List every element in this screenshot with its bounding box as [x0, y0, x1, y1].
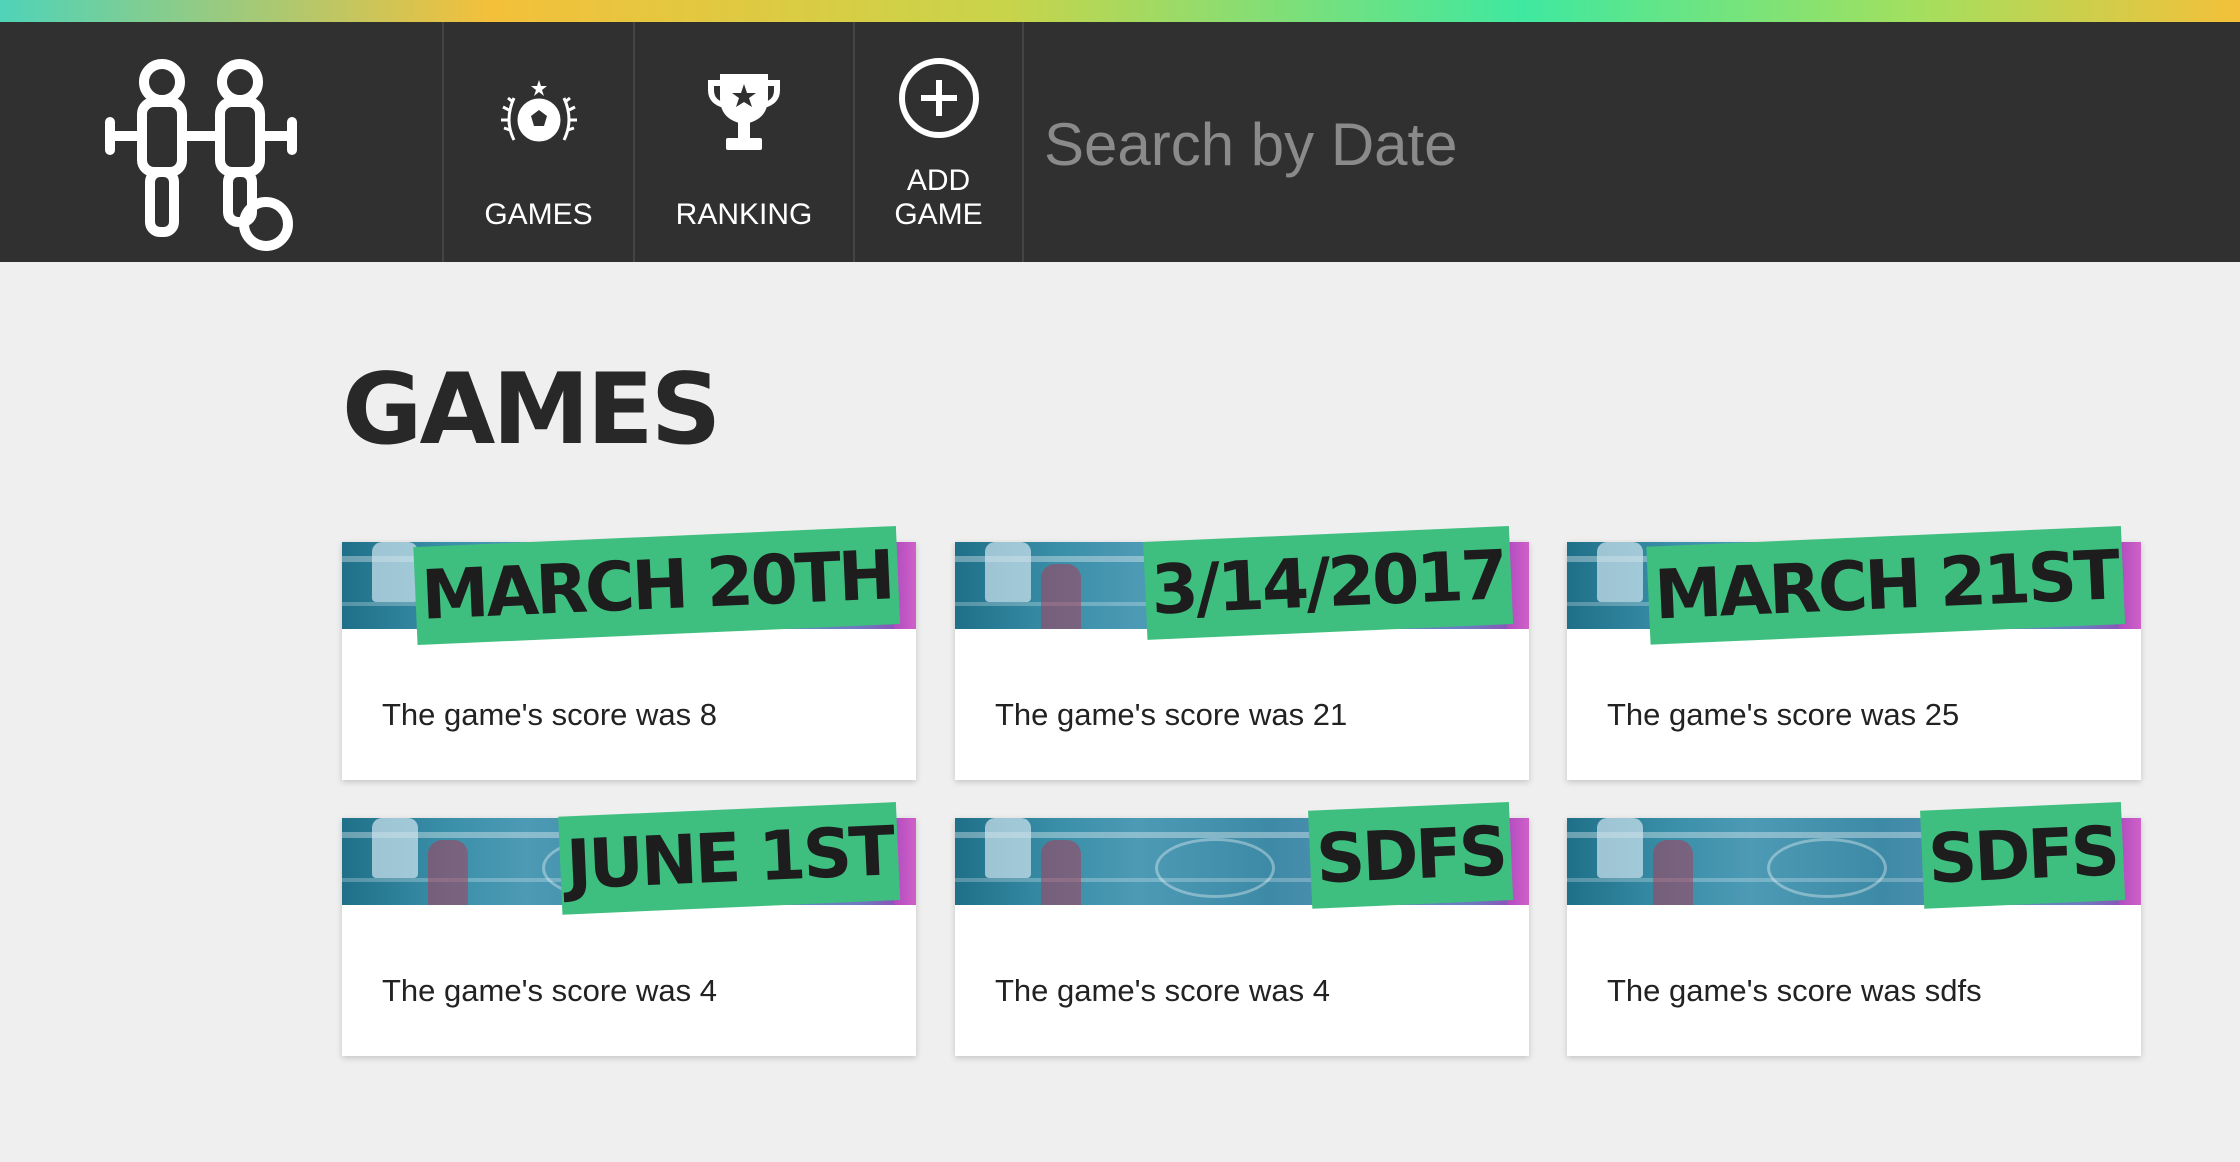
- nav-add-game[interactable]: ADD GAME: [853, 22, 1024, 262]
- nav-add-game-label-line2: GAME: [894, 198, 983, 231]
- game-score-text: The game's score was 8: [382, 697, 718, 732]
- soccer-ball-laurel-icon: [500, 80, 577, 142]
- nav-ranking[interactable]: RANKING: [633, 22, 853, 262]
- navbar: GAMES RANKING ADD GAME: [0, 22, 2240, 262]
- page-title: GAMES: [342, 353, 721, 467]
- game-date-tag: SDFS: [1920, 802, 2126, 909]
- game-card[interactable]: 3/14/2017 The game's score was 21: [955, 526, 1529, 780]
- game-score-text: The game's score was sdfs: [1607, 973, 1982, 1008]
- search-by-date-input[interactable]: [1042, 94, 1942, 194]
- nav-games[interactable]: GAMES: [442, 22, 633, 262]
- game-score-text: The game's score was 4: [382, 973, 718, 1008]
- nav-add-game-label-line1: ADD: [906, 164, 971, 197]
- foosball-logo-icon[interactable]: [100, 44, 300, 254]
- plus-circle-icon: [898, 58, 979, 138]
- game-score-text: The game's score was 21: [995, 697, 1348, 732]
- game-card[interactable]: SDFS The game's score was sdfs: [1567, 802, 2141, 1056]
- game-date-tag: MARCH 21ST: [1646, 526, 2126, 645]
- game-date-tag: SDFS: [1308, 802, 1514, 909]
- game-date-tag: 3/14/2017: [1143, 526, 1514, 640]
- game-card[interactable]: JUNE 1ST The game's score was 4: [342, 802, 916, 1056]
- trophy-icon: [708, 74, 780, 150]
- game-score-text: The game's score was 4: [995, 973, 1331, 1008]
- game-card[interactable]: MARCH 20TH The game's score was 8: [342, 526, 916, 780]
- game-score-text: The game's score was 25: [1607, 697, 1960, 732]
- game-date-tag: JUNE 1ST: [557, 802, 901, 915]
- nav-games-label: GAMES: [484, 198, 593, 231]
- game-card[interactable]: SDFS The game's score was 4: [955, 802, 1529, 1056]
- game-card[interactable]: MARCH 21ST The game's score was 25: [1567, 526, 2141, 780]
- nav-ranking-label: RANKING: [675, 198, 813, 231]
- top-accent-stripe: [0, 0, 2240, 22]
